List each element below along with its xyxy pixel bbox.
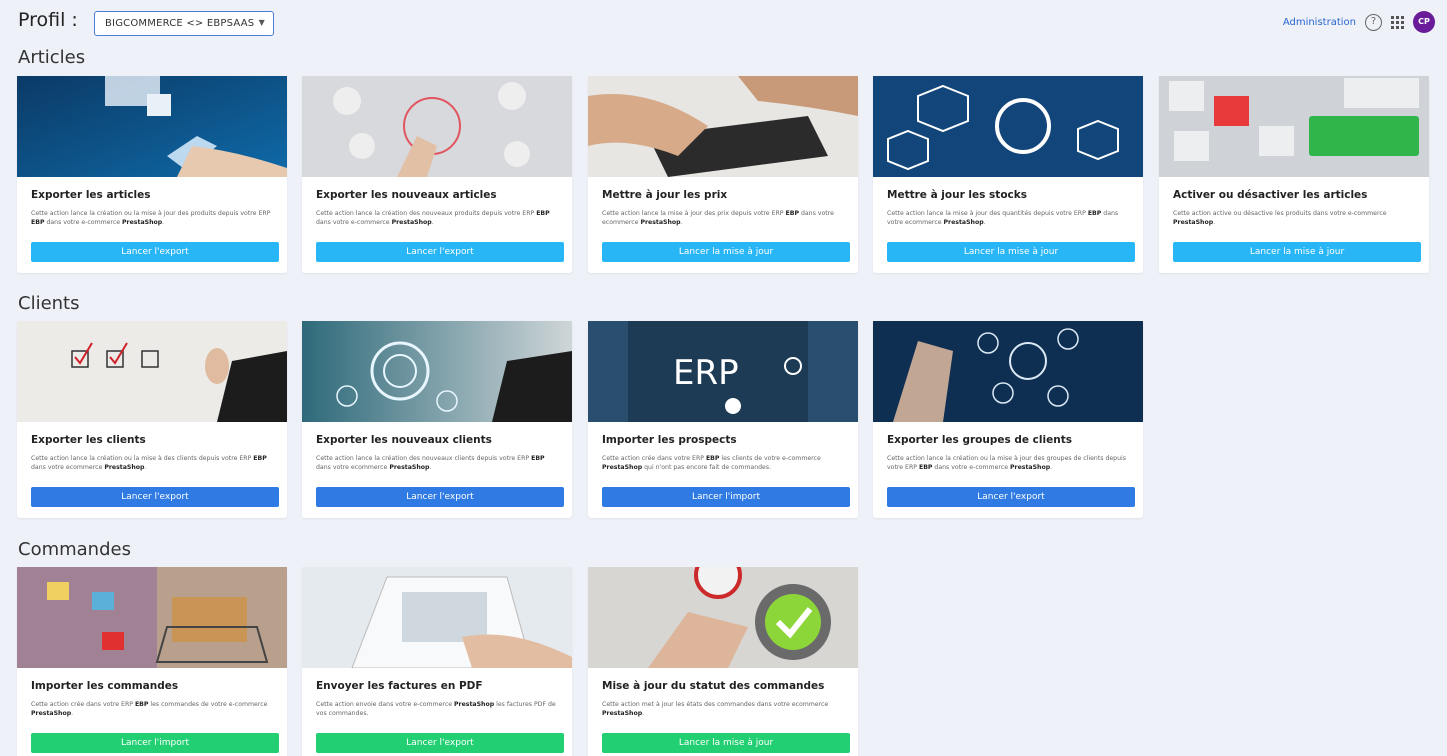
lancer-export-button[interactable]: Lancer l'export — [31, 487, 279, 507]
card-title: Envoyer les factures en PDF — [316, 680, 483, 692]
profil-select[interactable]: BIGCOMMERCE <> EBPSAAS ▼ — [94, 11, 274, 36]
administration-link[interactable]: Administration — [1283, 17, 1356, 28]
svg-text:ERP: ERP — [673, 353, 739, 393]
card-title: Exporter les articles — [31, 189, 151, 201]
card-description: Cette action lance la création des nouve… — [316, 455, 545, 471]
card-description: Cette action lance la mise à jour des qu… — [887, 210, 1119, 226]
lancer-import-button[interactable]: Lancer l'import — [602, 487, 850, 507]
card-image-shopping-cart-laptop — [17, 567, 287, 668]
card-image-sync-icons — [873, 76, 1143, 177]
card-mettre-a-jour-stocks: Mettre à jour les stocks Cette action la… — [873, 76, 1143, 273]
lancer-import-button[interactable]: Lancer l'import — [31, 733, 279, 753]
card-image-erp: ERP — [588, 321, 858, 422]
card-exporter-nouveaux-articles: Exporter les nouveaux articles Cette act… — [302, 76, 572, 273]
lancer-export-button[interactable]: Lancer l'export — [887, 487, 1135, 507]
card-exporter-articles: Exporter les articles Cette action lance… — [17, 76, 287, 273]
card-mettre-a-jour-prix: Mettre à jour les prix Cette action lanc… — [588, 76, 858, 273]
card-image-calculator — [588, 76, 858, 177]
section-title-clients: Clients — [18, 293, 80, 314]
card-description: Cette action active ou désactive les pro… — [1173, 210, 1387, 226]
card-description: Cette action crée dans votre ERP EBP les… — [602, 455, 821, 471]
card-description: Cette action lance la création des nouve… — [316, 210, 550, 226]
card-mise-a-jour-statut-commandes: Mise à jour du statut des commandes Cett… — [588, 567, 858, 756]
card-image-tech-circle — [302, 321, 572, 422]
card-exporter-groupes-clients: Exporter les groupes de clients Cette ac… — [873, 321, 1143, 518]
profil-label: Profil : — [18, 9, 78, 31]
lancer-mise-a-jour-button[interactable]: Lancer la mise à jour — [602, 733, 850, 753]
chevron-down-icon: ▼ — [258, 18, 265, 27]
top-bar: Profil : BIGCOMMERCE <> EBPSAAS ▼ Admini… — [0, 0, 1447, 44]
card-image-laptop-invoice — [302, 567, 572, 668]
help-icon[interactable]: ? — [1365, 13, 1382, 31]
card-title: Mettre à jour les stocks — [887, 189, 1027, 201]
card-exporter-clients: Exporter les clients Cette action lance … — [17, 321, 287, 518]
card-title: Activer ou désactiver les articles — [1173, 189, 1368, 201]
card-image-checkboxes — [17, 321, 287, 422]
lancer-mise-a-jour-button[interactable]: Lancer la mise à jour — [602, 242, 850, 262]
top-right-actions: Administration ? CP — [1283, 10, 1435, 34]
lancer-mise-a-jour-button[interactable]: Lancer la mise à jour — [1173, 242, 1421, 262]
card-importer-prospects: ERP Importer les prospects Cette action … — [588, 321, 858, 518]
card-exporter-nouveaux-clients: Exporter les nouveaux clients Cette acti… — [302, 321, 572, 518]
card-activer-desactiver-articles: Activer ou désactiver les articles Cette… — [1159, 76, 1429, 273]
card-title: Exporter les nouveaux articles — [316, 189, 497, 201]
card-title: Exporter les groupes de clients — [887, 434, 1072, 446]
lancer-export-button[interactable]: Lancer l'export — [31, 242, 279, 262]
card-title: Mise à jour du statut des commandes — [602, 680, 825, 692]
card-description: Cette action lance la mise à jour des pr… — [602, 210, 834, 226]
card-envoyer-factures-pdf: Envoyer les factures en PDF Cette action… — [302, 567, 572, 756]
lancer-export-button[interactable]: Lancer l'export — [316, 487, 564, 507]
apps-grid-icon[interactable] — [1391, 15, 1404, 29]
card-image-people-network — [873, 321, 1143, 422]
card-image-cart-network — [302, 76, 572, 177]
card-description: Cette action envoie dans votre e-commerc… — [316, 701, 556, 717]
card-image-green-check-button — [588, 567, 858, 668]
card-description: Cette action crée dans votre ERP EBP les… — [31, 701, 268, 717]
lancer-mise-a-jour-button[interactable]: Lancer la mise à jour — [887, 242, 1135, 262]
card-title: Exporter les clients — [31, 434, 146, 446]
profil-select-value: BIGCOMMERCE <> EBPSAAS — [105, 18, 255, 29]
lancer-export-button[interactable]: Lancer l'export — [316, 733, 564, 753]
card-description: Cette action met à jour les états des co… — [602, 701, 829, 717]
card-title: Importer les prospects — [602, 434, 737, 446]
section-title-articles: Articles — [18, 47, 86, 68]
card-image-ecommerce-keyboard — [1159, 76, 1429, 177]
card-description: Cette action lance la création ou la mis… — [31, 455, 267, 471]
card-description: Cette action lance la création ou la mis… — [887, 455, 1126, 471]
card-description: Cette action lance la création ou la mis… — [31, 210, 271, 226]
card-title: Exporter les nouveaux clients — [316, 434, 492, 446]
section-title-commandes: Commandes — [18, 539, 131, 560]
card-image-mobile-shopping — [17, 76, 287, 177]
avatar[interactable]: CP — [1413, 11, 1435, 33]
card-title: Importer les commandes — [31, 680, 179, 692]
card-importer-commandes: Importer les commandes Cette action crée… — [17, 567, 287, 756]
card-title: Mettre à jour les prix — [602, 189, 728, 201]
lancer-export-button[interactable]: Lancer l'export — [316, 242, 564, 262]
